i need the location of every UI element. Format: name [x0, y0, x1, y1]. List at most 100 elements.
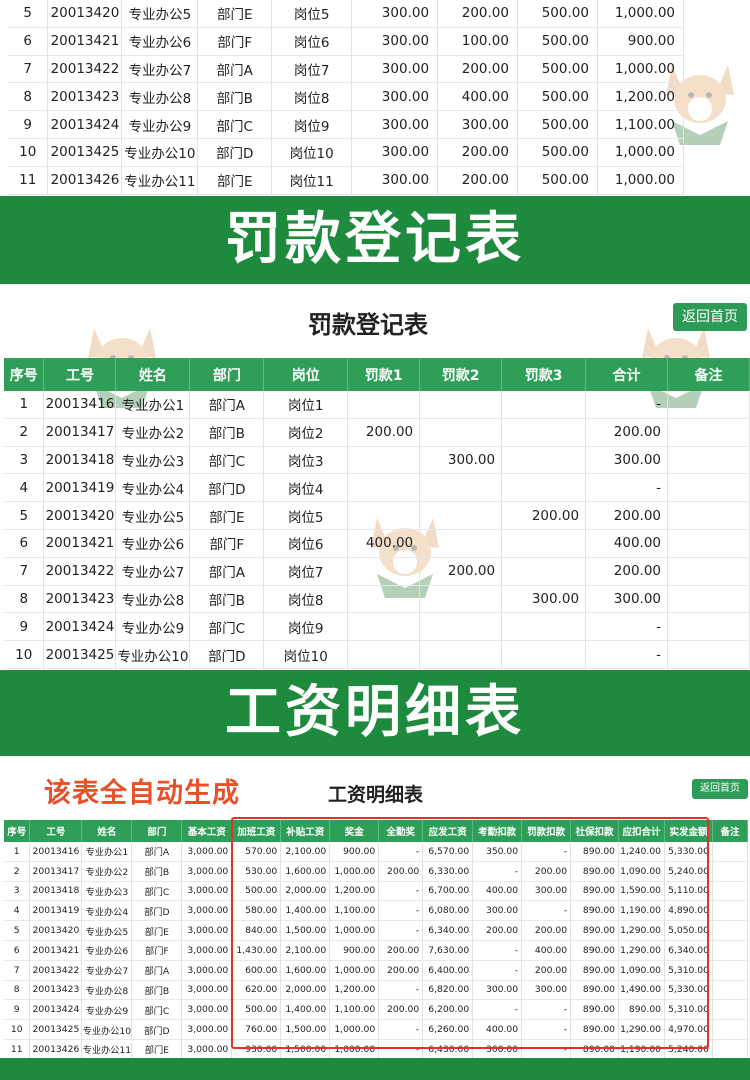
- table-cell: 20013425: [43, 640, 117, 669]
- table-cell: [419, 640, 503, 669]
- table-cell: 专业办公10: [121, 138, 199, 167]
- table-cell: 200.00: [437, 0, 518, 28]
- table-cell: 6: [8, 27, 49, 56]
- table-cell: 岗位5: [271, 0, 353, 28]
- column-header: 工号: [43, 358, 117, 391]
- table-cell: [501, 418, 587, 447]
- table-cell: [667, 640, 750, 669]
- table-cell: 部门C: [131, 999, 183, 1021]
- table-cell: [501, 446, 587, 475]
- table-cell: 专业办公9: [115, 612, 191, 642]
- table-cell: 部门C: [189, 612, 265, 642]
- table-cell: 500.00: [517, 166, 598, 195]
- table-cell: 1,000.00: [597, 55, 685, 84]
- table-cell: 专业办公2: [81, 861, 133, 882]
- fine-register-banner: 罚款登记表: [0, 196, 750, 284]
- table-cell: 500.00: [517, 110, 598, 139]
- column-header: 姓名: [115, 358, 191, 391]
- table-cell: [667, 501, 750, 530]
- table-row: 10 20013425 专业办公10 部门D 岗位10 -: [4, 640, 750, 669]
- table-cell: 1,000.00: [597, 166, 685, 195]
- table-cell: 部门E: [131, 1039, 183, 1060]
- table-cell: 部门F: [131, 940, 183, 961]
- table-cell: 20013424: [47, 110, 123, 139]
- table-cell: 专业办公4: [81, 900, 133, 922]
- table-cell: 400.00: [585, 529, 669, 558]
- table-cell: 岗位8: [263, 585, 349, 614]
- table-cell: 3: [4, 881, 31, 902]
- table-cell: 7: [4, 557, 45, 586]
- table-cell: 3,000.00: [181, 999, 233, 1021]
- table-cell: 20013417: [29, 861, 83, 882]
- table-cell: 8: [4, 585, 45, 614]
- table-cell: [501, 391, 587, 419]
- table-cell: 部门D: [189, 640, 265, 669]
- table-cell: 20013416: [43, 391, 117, 419]
- column-header: 部门: [131, 820, 183, 842]
- table-cell: 4: [4, 900, 31, 922]
- table-cell: 200.00: [437, 55, 518, 84]
- table-cell: 20013419: [29, 900, 83, 922]
- table-cell: [419, 612, 503, 642]
- table-row: 5 20013420 专业办公5 部门E 岗位5 200.00 200.00: [4, 501, 750, 530]
- back-home-button[interactable]: 返回首页: [673, 303, 747, 331]
- table-cell: 专业办公3: [81, 881, 133, 902]
- table-cell: 300.00: [585, 585, 669, 614]
- table-cell: 3,000.00: [181, 1039, 233, 1060]
- table-cell: 岗位5: [263, 501, 349, 530]
- table-cell: 岗位10: [271, 138, 353, 167]
- table-cell: 300.00: [437, 110, 518, 139]
- table-cell: 3,000.00: [181, 920, 233, 941]
- table-row: 4 20013419 专业办公4 部门D 岗位4 -: [4, 473, 750, 503]
- table-cell: 20013420: [43, 501, 117, 530]
- table-cell: 20013426: [29, 1039, 83, 1060]
- table-cell: 3,000.00: [181, 881, 233, 902]
- table-cell: 300.00: [351, 55, 439, 84]
- table-row: 10 20013425 专业办公10 部门D 岗位10 300.00 200.00 500.0…: [8, 138, 685, 167]
- table-cell: 岗位7: [271, 55, 353, 84]
- table-cell: 专业办公10: [115, 640, 191, 669]
- table-cell: 500.00: [517, 55, 598, 84]
- table-cell: [501, 557, 587, 586]
- table-cell: 部门E: [189, 501, 265, 530]
- table-row: 2 20013417 专业办公2 部门B 岗位2 200.00 200.00: [4, 418, 750, 447]
- table-cell: 400.00: [347, 529, 421, 558]
- table-cell: 20013421: [47, 27, 123, 56]
- table-cell: 岗位6: [271, 27, 353, 56]
- table-cell: 专业办公7: [115, 557, 191, 586]
- table-cell: 岗位2: [263, 418, 349, 447]
- auto-generated-note: 该表全自动生成: [44, 778, 240, 809]
- column-header: 合计: [585, 358, 669, 391]
- table-cell: 岗位8: [271, 82, 353, 112]
- table-cell: 5: [8, 0, 49, 28]
- table-cell: 300.00: [419, 446, 503, 475]
- column-header: 工号: [29, 820, 83, 842]
- table-cell: 2: [4, 418, 45, 447]
- back-home-button-2[interactable]: 返回首页: [692, 779, 748, 799]
- table-cell: 部门E: [197, 0, 273, 28]
- table-cell: 岗位9: [271, 110, 353, 139]
- table-cell: 专业办公11: [121, 166, 199, 195]
- table-row: 5 20013420 专业办公5 部门E 岗位5 300.00 200.00 500.00 1,…: [8, 0, 685, 28]
- table-cell: [712, 1019, 748, 1040]
- table-cell: 20013417: [43, 418, 117, 447]
- table-cell: 专业办公1: [115, 391, 191, 419]
- table-cell: [712, 1039, 748, 1060]
- table-cell: 部门E: [197, 166, 273, 195]
- table-cell: 部门B: [131, 861, 183, 882]
- table-cell: 200.00: [437, 166, 518, 195]
- table-cell: 岗位7: [263, 557, 349, 586]
- table-cell: [347, 391, 421, 419]
- table-cell: 20013426: [47, 166, 123, 195]
- table-cell: 部门E: [131, 920, 183, 941]
- table-cell: 岗位3: [263, 446, 349, 475]
- table-cell: 3,000.00: [181, 861, 233, 882]
- table-cell: -: [585, 473, 669, 503]
- table-cell: 部门A: [131, 960, 183, 981]
- table-cell: 部门B: [131, 980, 183, 1001]
- table-cell: 专业办公5: [115, 501, 191, 530]
- table-row: 11 20013426 专业办公11 部门E 岗位11 300.00 200.00 500.0…: [8, 166, 685, 195]
- table-cell: [419, 473, 503, 503]
- table-cell: 500.00: [517, 0, 598, 28]
- table-cell: 5: [4, 501, 45, 530]
